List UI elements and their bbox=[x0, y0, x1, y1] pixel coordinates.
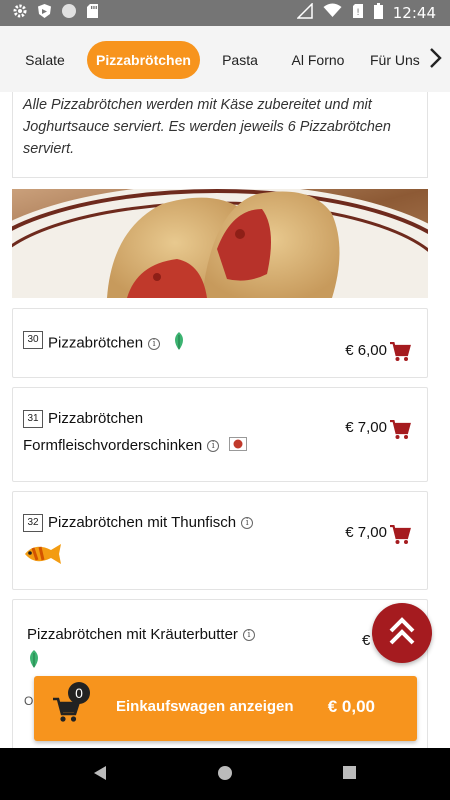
info-icon[interactable]: i bbox=[242, 628, 255, 641]
add-to-cart-button[interactable] bbox=[389, 341, 411, 362]
circle-icon bbox=[61, 3, 77, 24]
item-name: Pizzabrötchen bbox=[48, 410, 144, 427]
leaf-icon bbox=[26, 649, 42, 674]
info-icon[interactable]: i bbox=[207, 439, 220, 452]
status-time: 12:44 bbox=[392, 4, 436, 22]
item-number: 30 bbox=[23, 331, 43, 349]
shield-icon bbox=[37, 3, 52, 24]
tab-pasta[interactable]: Pasta bbox=[214, 41, 266, 79]
category-tab-bar: Salate Pizzabrötchen Pasta Al Forno Für … bbox=[0, 26, 450, 92]
add-to-cart-button[interactable] bbox=[389, 524, 411, 545]
tab-al-forno[interactable]: Al Forno bbox=[284, 41, 352, 79]
view-cart-label: Einkaufswagen anzeigen bbox=[116, 698, 294, 715]
system-nav-bar bbox=[0, 748, 450, 800]
item-price: € 7,00 bbox=[345, 419, 387, 436]
info-icon[interactable]: i bbox=[241, 516, 254, 529]
menu-item-card[interactable]: 30 Pizzabrötchen i € 6,00 bbox=[12, 308, 428, 378]
item-number: 32 bbox=[23, 514, 43, 532]
chevron-right-icon bbox=[428, 47, 442, 74]
home-button[interactable] bbox=[217, 765, 233, 786]
menu-item-card[interactable]: 31 Pizzabrötchen Formfleischvorderschinke… bbox=[12, 387, 428, 482]
wifi-icon bbox=[323, 3, 342, 23]
leaf-icon bbox=[171, 331, 187, 356]
double-chevron-up-icon bbox=[388, 616, 416, 651]
category-description-card: Alle Pizzabrötchen werden mit Käse zuber… bbox=[12, 92, 428, 178]
obscured-text: O bbox=[24, 694, 34, 708]
back-button[interactable] bbox=[92, 765, 108, 786]
cart-count-badge: 0 bbox=[68, 682, 90, 704]
svg-text:!: ! bbox=[356, 8, 360, 18]
category-banner-image bbox=[12, 189, 428, 298]
gear-icon bbox=[12, 3, 28, 24]
sd-card-icon bbox=[86, 3, 99, 24]
item-number: 31 bbox=[23, 410, 43, 428]
ham-icon bbox=[228, 437, 247, 456]
category-description: Alle Pizzabrötchen werden mit Käse zuber… bbox=[23, 97, 391, 157]
cart-total: € 0,00 bbox=[327, 697, 375, 716]
tab-salate[interactable]: Salate bbox=[16, 41, 74, 79]
recents-button[interactable] bbox=[342, 765, 357, 785]
item-name-line2: Formfleischvorderschinken bbox=[23, 437, 203, 454]
add-to-cart-button[interactable] bbox=[389, 419, 411, 440]
view-cart-button[interactable]: Einkaufswagen anzeigen € 0,00 bbox=[34, 676, 417, 741]
item-name: Pizzabrötchen bbox=[48, 334, 144, 352]
battery-icon bbox=[373, 2, 383, 24]
menu-item-card[interactable]: 32 Pizzabrötchen mit Thunfisch i € 7,00 bbox=[12, 491, 428, 590]
no-sim-icon: ! bbox=[352, 3, 364, 24]
info-icon[interactable]: i bbox=[148, 337, 161, 350]
status-bar: ! 12:44 bbox=[0, 0, 450, 26]
item-name: Pizzabrötchen mit Thunfisch bbox=[48, 514, 237, 531]
item-price: € 6,00 bbox=[345, 342, 387, 359]
item-price: € 7,00 bbox=[345, 524, 387, 541]
signal-off-icon bbox=[295, 1, 313, 24]
scroll-to-top-button[interactable] bbox=[372, 603, 432, 663]
item-name: Pizzabrötchen mit Kräuterbutter bbox=[27, 626, 238, 643]
fish-icon bbox=[23, 542, 63, 571]
tabs-scroll-right-button[interactable] bbox=[422, 43, 448, 77]
tab-pizzabroetchen[interactable]: Pizzabrötchen bbox=[87, 41, 200, 79]
